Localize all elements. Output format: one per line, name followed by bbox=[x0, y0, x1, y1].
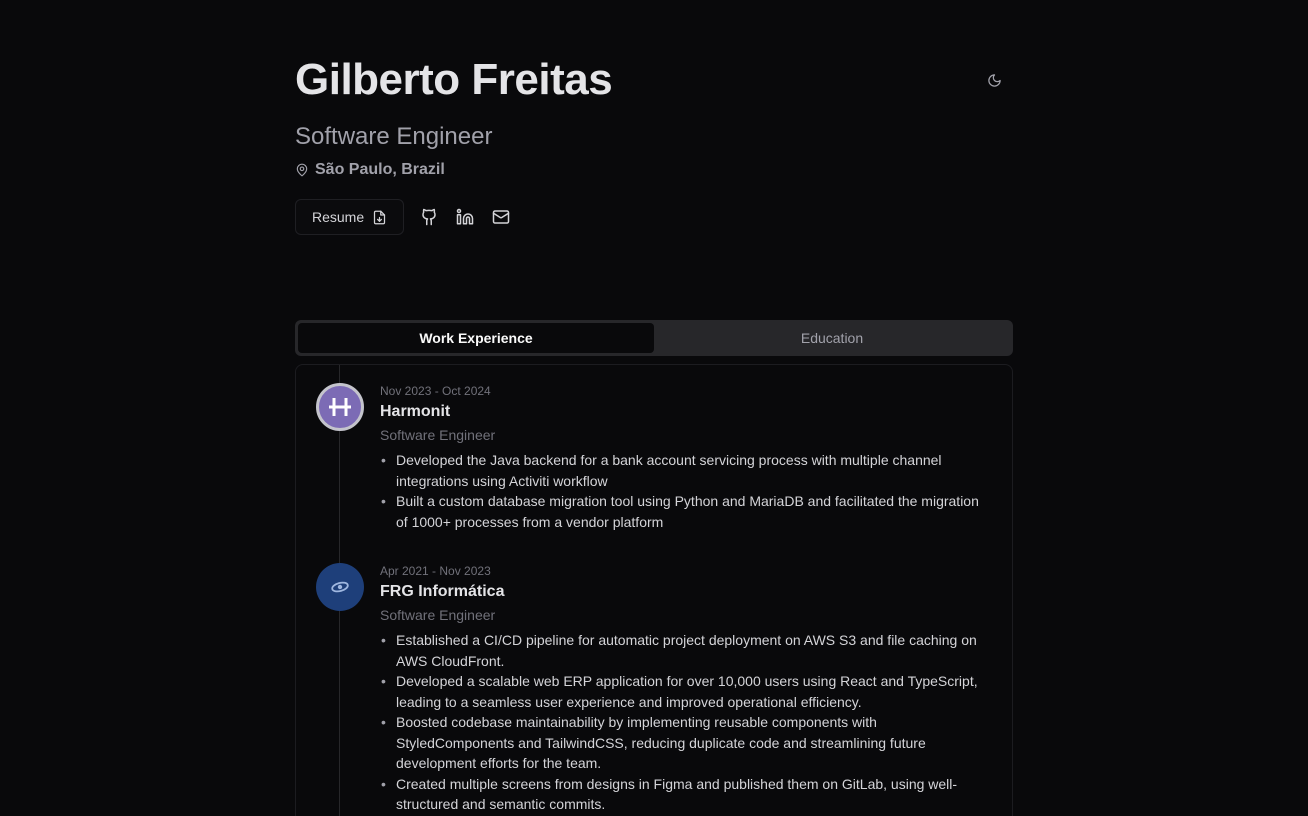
tab-work-experience[interactable]: Work Experience bbox=[298, 323, 654, 353]
experience-bullets: Developed the Java backend for a bank ac… bbox=[380, 450, 990, 532]
profile-role: Software Engineer bbox=[295, 123, 493, 150]
profile-links: Resume bbox=[295, 199, 512, 235]
linkedin-link[interactable] bbox=[454, 206, 476, 228]
experience-position: Software Engineer bbox=[380, 607, 496, 623]
experience-bullets: Established a CI/CD pipeline for automat… bbox=[380, 630, 990, 815]
experience-card: Nov 2023 - Oct 2024 Harmonit Software En… bbox=[295, 364, 1013, 816]
map-pin-icon bbox=[296, 163, 308, 177]
resume-button[interactable]: Resume bbox=[295, 199, 405, 235]
location-text: São Paulo, Brazil bbox=[315, 161, 445, 178]
experience-bullet: Developed a scalable web ERP application… bbox=[381, 671, 990, 712]
profile-header: Gilberto Freitas Software Engineer São P… bbox=[295, 0, 1013, 300]
profile-name: Gilberto Freitas bbox=[295, 55, 613, 104]
resume-label: Resume bbox=[312, 209, 365, 225]
email-link[interactable] bbox=[490, 206, 512, 228]
github-link[interactable] bbox=[418, 206, 440, 228]
theme-toggle-button[interactable] bbox=[984, 70, 1004, 90]
experience-entry-body: Apr 2021 - Nov 2023 FRG Informática Soft… bbox=[380, 563, 990, 815]
moon-icon bbox=[987, 73, 1001, 87]
experience-position: Software Engineer bbox=[380, 427, 496, 443]
main-container: Gilberto Freitas Software Engineer São P… bbox=[295, 0, 1013, 816]
file-download-icon bbox=[374, 210, 386, 224]
experience-company: Harmonit bbox=[380, 403, 451, 420]
experience-dates: Apr 2021 - Nov 2023 bbox=[380, 564, 491, 578]
experience-dates: Nov 2023 - Oct 2024 bbox=[380, 384, 491, 398]
tab-education[interactable]: Education bbox=[654, 323, 1010, 353]
experience-company: FRG Informática bbox=[380, 583, 505, 600]
experience-bullet: Created multiple screens from designs in… bbox=[381, 774, 990, 815]
experience-bullet: Established a CI/CD pipeline for automat… bbox=[381, 630, 990, 671]
frg-logo-icon bbox=[331, 581, 349, 593]
harmonit-logo bbox=[316, 383, 364, 431]
linkedin-icon bbox=[456, 208, 474, 225]
experience-bullet: Developed the Java backend for a bank ac… bbox=[381, 450, 990, 491]
harmonit-logo-icon bbox=[329, 398, 351, 416]
frg-logo bbox=[316, 563, 364, 611]
mail-icon bbox=[492, 210, 510, 224]
github-icon bbox=[422, 208, 436, 226]
portfolio-page: Gilberto Freitas Software Engineer São P… bbox=[0, 0, 1308, 816]
experience-entry-body: Nov 2023 - Oct 2024 Harmonit Software En… bbox=[380, 383, 990, 532]
profile-location: São Paulo, Brazil bbox=[295, 159, 445, 181]
experience-bullet: Built a custom database migration tool u… bbox=[381, 491, 990, 532]
experience-bullet: Boosted codebase maintainability by impl… bbox=[381, 712, 990, 774]
section-tabs: Work Experience Education bbox=[295, 320, 1013, 356]
